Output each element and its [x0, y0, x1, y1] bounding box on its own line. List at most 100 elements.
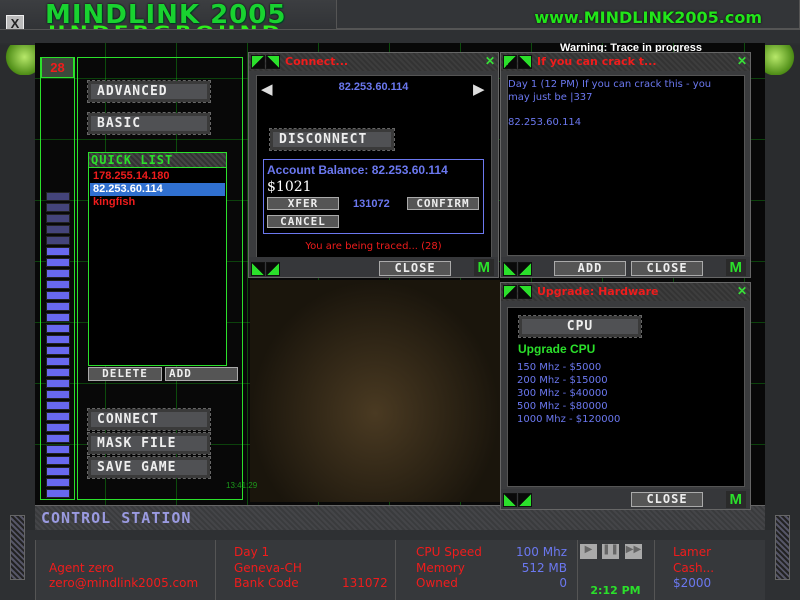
window-title: Connect...: [285, 55, 349, 68]
memory-value: 512 MB: [521, 561, 567, 575]
cpu-value: 100 Mhz: [516, 545, 567, 559]
quick-list-item[interactable]: 82.253.60.114: [90, 183, 225, 196]
pause-icon[interactable]: ❚❚: [602, 544, 619, 559]
resize-icon[interactable]: [518, 493, 532, 507]
save-game-button[interactable]: SAVE GAME: [87, 456, 211, 479]
maximize-icon[interactable]: [518, 285, 532, 299]
agent-name: Agent zero: [49, 561, 115, 575]
owned-value: 0: [559, 576, 567, 590]
xfer-button[interactable]: XFER: [267, 197, 339, 210]
mindlink-icon: M: [473, 259, 494, 276]
upgrade-option[interactable]: 150 Mhz - $5000: [517, 361, 620, 374]
delete-button[interactable]: DELETE: [88, 367, 162, 381]
quick-list-item[interactable]: kingfish: [90, 196, 225, 209]
location-section: Day 1 Geneva-CH Bank Code 131072: [215, 540, 395, 600]
memory-label: Memory: [416, 561, 465, 575]
basic-button[interactable]: BASIC: [87, 112, 211, 135]
window-title: Upgrade: Hardware: [537, 285, 659, 298]
connect-window: Connect... ✕ ◀ ▶ 82.253.60.114 DISCONNEC…: [248, 52, 499, 278]
message-ip: 82.253.60.114: [508, 117, 582, 128]
trace-segment: [46, 236, 70, 245]
close-button[interactable]: CLOSE: [631, 492, 703, 507]
resize-icon[interactable]: [503, 262, 517, 276]
window-title: If you can crack t...: [537, 55, 657, 68]
maximize-icon[interactable]: [266, 55, 280, 69]
trace-message: You are being traced... (28): [305, 241, 442, 252]
trace-segment: [46, 247, 70, 256]
bank-code: 131072: [342, 576, 388, 590]
quick-list-header: QUICK LIST: [89, 153, 226, 168]
advanced-button[interactable]: ADVANCED: [87, 80, 211, 103]
cpu-tab-button[interactable]: CPU: [518, 315, 642, 338]
close-icon[interactable]: ✕: [737, 54, 747, 68]
mask-file-button[interactable]: MASK FILE: [87, 432, 211, 455]
trace-segment: [46, 324, 70, 333]
fast-forward-icon[interactable]: ▶▶: [625, 544, 642, 559]
agent-email: zero@mindlink2005.com: [49, 576, 199, 590]
minimize-icon[interactable]: [251, 55, 265, 69]
target-ip: 82.253.60.114: [338, 81, 409, 93]
hardware-section: CPU Speed 100 Mhz Memory 512 MB Owned 0: [395, 540, 577, 600]
mindlink-icon: M: [725, 259, 746, 276]
cash-value: $2000: [673, 576, 712, 590]
trace-segment: [46, 357, 70, 366]
trace-segment: [46, 489, 70, 498]
rank: Lamer: [673, 545, 712, 559]
mindlink-icon: M: [725, 491, 746, 508]
minimize-icon[interactable]: [503, 55, 517, 69]
right-knob: [765, 45, 800, 75]
add-button[interactable]: ADD: [165, 367, 238, 381]
trace-segment: [46, 401, 70, 410]
trace-segment: [46, 313, 70, 322]
owned-label: Owned: [416, 576, 458, 590]
minimize-icon[interactable]: [503, 285, 517, 299]
cancel-button[interactable]: CANCEL: [267, 215, 339, 228]
close-button[interactable]: CLOSE: [631, 261, 703, 276]
upgrade-option[interactable]: 1000 Mhz - $120000: [517, 413, 620, 426]
resize-icon[interactable]: [518, 262, 532, 276]
header-divider: [0, 29, 800, 43]
close-button[interactable]: CLOSE: [379, 261, 451, 276]
trace-segment: [46, 390, 70, 399]
disconnect-button[interactable]: DISCONNECT: [269, 128, 395, 151]
trace-segment: [46, 445, 70, 454]
trace-warning: Warning: Trace in progress: [560, 42, 703, 52]
resize-icon[interactable]: [266, 262, 280, 276]
resize-icon[interactable]: [251, 262, 265, 276]
overlay-time: 13:41:29: [226, 481, 258, 490]
balance-value: $1021: [267, 179, 312, 195]
website-link[interactable]: www.MINDLINK2005.com: [534, 8, 762, 27]
confirm-button[interactable]: CONFIRM: [407, 197, 479, 210]
left-hatch: [10, 515, 25, 580]
left-knob: [0, 45, 35, 75]
trace-segment: [46, 478, 70, 487]
message-window: If you can crack t... ✕ Day 1 (12 PM) If…: [500, 52, 751, 278]
upgrade-option[interactable]: 500 Mhz - $80000: [517, 400, 620, 413]
background-scene: [250, 280, 500, 502]
transfer-code: 131072: [353, 198, 390, 210]
quick-list: QUICK LIST 178.255.14.180 82.253.60.114 ki…: [88, 152, 227, 366]
trace-segment: [46, 302, 70, 311]
trace-segment: [46, 214, 70, 223]
close-icon[interactable]: ✕: [737, 284, 747, 298]
connect-button[interactable]: CONNECT: [87, 408, 211, 431]
day: Day 1: [234, 545, 270, 559]
trace-segment: [46, 335, 70, 344]
game-time: 2:12 PM: [590, 584, 641, 597]
upgrade-window: Upgrade: Hardware ✕ CPU Upgrade CPU 150 …: [500, 282, 751, 510]
quick-list-item[interactable]: 178.255.14.180: [90, 170, 225, 183]
upgrade-option[interactable]: 300 Mhz - $40000: [517, 387, 620, 400]
control-station-label: CONTROL STATION: [41, 509, 192, 527]
message-text: Day 1 (12 PM) If you can crack this - yo…: [508, 79, 712, 103]
trace-segment: [46, 192, 70, 201]
maximize-icon[interactable]: [518, 55, 532, 69]
add-button[interactable]: ADD: [554, 261, 626, 276]
bank-code-label: Bank Code: [234, 576, 299, 590]
close-icon[interactable]: ✕: [485, 54, 495, 68]
trace-segment: [46, 467, 70, 476]
resize-icon[interactable]: [503, 493, 517, 507]
upgrade-option[interactable]: 200 Mhz - $15000: [517, 374, 620, 387]
play-icon[interactable]: ▶: [580, 544, 597, 559]
trace-segment: [46, 423, 70, 432]
trace-segment: [46, 269, 70, 278]
